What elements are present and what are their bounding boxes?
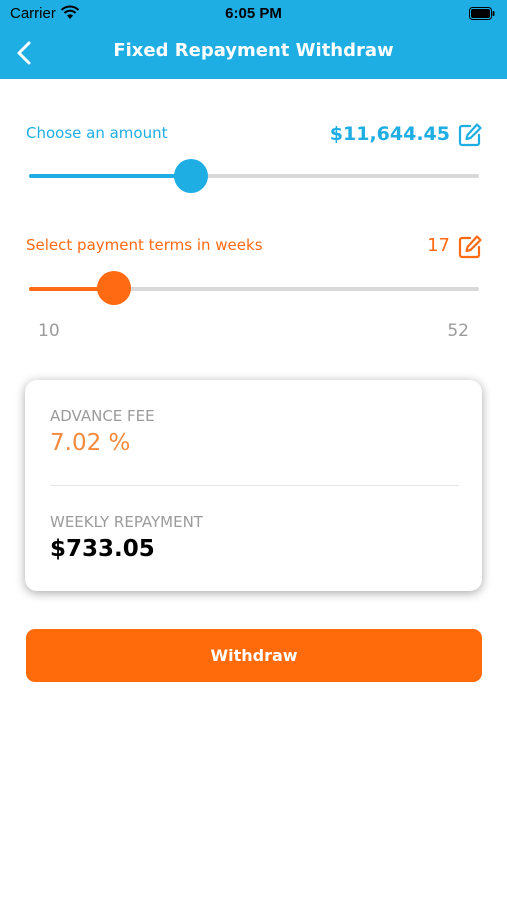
weekly-repayment-value: $733.05 [50, 536, 155, 562]
advance-fee-value: 7.02 % [50, 430, 131, 456]
withdraw-button[interactable]: Withdraw [26, 629, 482, 682]
advance-fee-label: ADVANCE FEE [50, 407, 155, 425]
page-title: Fixed Repayment Withdraw [113, 40, 394, 61]
edit-icon [458, 123, 482, 147]
edit-weeks-button[interactable] [457, 234, 483, 260]
app-header: Carrier 6:05 PM Fixed Repayment Withdraw [0, 0, 507, 79]
card-divider [50, 485, 459, 486]
summary-card: ADVANCE FEE 7.02 % WEEKLY REPAYMENT $733… [25, 380, 482, 591]
weeks-label: Select payment terms in weeks [26, 236, 263, 254]
amount-value: $11,644.45 [329, 123, 450, 145]
status-bar: Carrier 6:05 PM [0, 0, 507, 28]
edit-icon [458, 235, 482, 259]
weeks-slider-thumb[interactable] [97, 271, 131, 305]
weekly-repayment-label: WEEKLY REPAYMENT [50, 513, 203, 531]
amount-slider-fill [29, 174, 191, 178]
edit-amount-button[interactable] [457, 122, 483, 148]
amount-slider-thumb[interactable] [174, 159, 208, 193]
status-time: 6:05 PM [225, 5, 282, 22]
battery-icon [469, 7, 495, 20]
weeks-min-label: 10 [38, 321, 60, 341]
weeks-max-label: 52 [447, 321, 469, 341]
amount-label: Choose an amount [26, 124, 168, 142]
weeks-value: 17 [427, 235, 450, 256]
